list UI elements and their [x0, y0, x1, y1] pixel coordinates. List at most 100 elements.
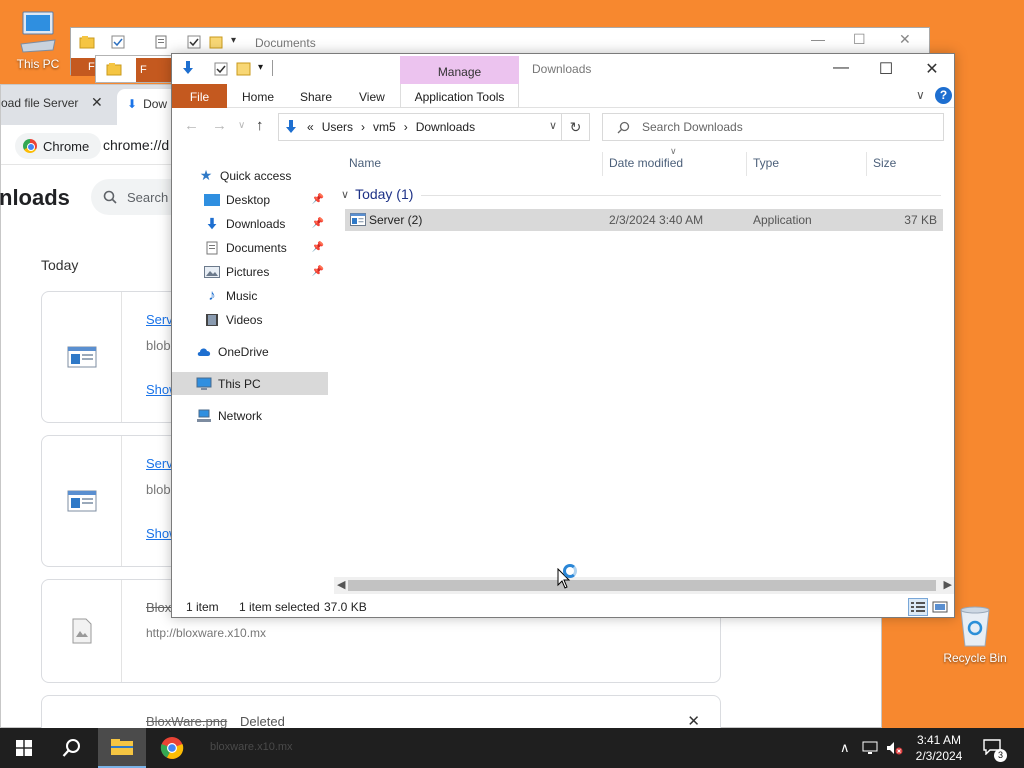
- address-bar[interactable]: « Users › vm5 › Downloads ∨: [278, 113, 562, 141]
- column-header-size[interactable]: Size: [873, 156, 896, 170]
- nav-item-downloads[interactable]: Downloads 📌: [172, 212, 328, 235]
- clock-date: 2/3/2024: [915, 749, 963, 763]
- nav-item-videos[interactable]: Videos: [172, 308, 328, 331]
- download-file-name[interactable]: Serv: [146, 456, 173, 471]
- search-input[interactable]: Search Downloads: [602, 113, 944, 141]
- navigation-pane: ★ Quick access Desktop 📌 Downloads 📌 Doc…: [172, 164, 330, 594]
- scroll-right-icon[interactable]: ▶: [944, 578, 952, 591]
- expand-ribbon-chevron-icon[interactable]: ∨: [916, 88, 925, 102]
- column-header-date-modified[interactable]: Date modified: [609, 156, 683, 170]
- tab-share[interactable]: Share: [300, 90, 332, 104]
- breadcrumb-downloads[interactable]: Downloads: [416, 120, 475, 134]
- chrome-address-bar[interactable]: chrome://d: [103, 137, 169, 153]
- maximize-icon[interactable]: ☐: [863, 59, 909, 79]
- column-divider[interactable]: [602, 152, 603, 176]
- taskbar-chrome[interactable]: [148, 728, 196, 768]
- nav-item-pictures[interactable]: Pictures 📌: [172, 260, 328, 283]
- taskbar-file-explorer[interactable]: [98, 728, 146, 768]
- network-icon[interactable]: [862, 741, 880, 755]
- chrome-tab-close-icon[interactable]: ✕: [91, 94, 103, 111]
- nav-item-this-pc[interactable]: This PC: [172, 372, 328, 395]
- taskbar-clock[interactable]: 3:41 AM 2/3/2024: [904, 732, 974, 764]
- status-bar: 1 item 1 item selected 37.0 KB: [172, 596, 954, 618]
- file-explorer-icon: [111, 739, 133, 755]
- address-dropdown-icon[interactable]: ∨: [549, 119, 557, 132]
- nav-label: Videos: [226, 312, 263, 327]
- scroll-left-icon[interactable]: ◀: [337, 578, 345, 591]
- pin-icon[interactable]: 📌: [312, 242, 324, 253]
- download-icon: [204, 217, 220, 231]
- column-header-type[interactable]: Type: [753, 156, 779, 170]
- scrollbar-thumb[interactable]: [348, 580, 936, 591]
- collapse-chevron-icon: ∨: [341, 188, 350, 201]
- nav-item-documents[interactable]: Documents 📌: [172, 236, 328, 259]
- desktop-icon-this-pc[interactable]: This PC: [2, 10, 74, 71]
- nav-item-desktop[interactable]: Desktop 📌: [172, 188, 328, 211]
- breadcrumb-users[interactable]: Users: [322, 120, 353, 134]
- taskbar-search-button[interactable]: [48, 728, 96, 768]
- recent-locations-chevron-icon[interactable]: ∨: [238, 120, 245, 131]
- tab-manage[interactable]: Manage: [400, 56, 519, 84]
- start-button[interactable]: [0, 728, 48, 768]
- breadcrumb-separator-icon: ›: [403, 120, 408, 134]
- title-bar[interactable]: ▾ Manage Downloads — ☐ ✕: [172, 54, 954, 84]
- column-divider[interactable]: [866, 152, 867, 176]
- chrome-tab-title[interactable]: oad file Server: [1, 96, 78, 110]
- image-file-icon: [72, 618, 91, 644]
- properties-icon[interactable]: [214, 62, 228, 76]
- sort-chevron-icon: ∨: [670, 146, 677, 156]
- table-row[interactable]: Server (2) 2/3/2024 3:40 AM Application …: [345, 209, 943, 231]
- group-header-today[interactable]: ∨ Today (1): [341, 186, 413, 202]
- tab-home[interactable]: Home: [242, 90, 274, 104]
- nav-label: Pictures: [226, 264, 270, 279]
- title-divider: [272, 60, 273, 76]
- breadcrumb-vm5[interactable]: vm5: [373, 120, 396, 134]
- download-file-name: Blox: [146, 600, 172, 615]
- maximize-icon[interactable]: ☐: [853, 31, 866, 48]
- chrome-site-chip[interactable]: Chrome: [15, 133, 102, 159]
- explorer-window-minor[interactable]: F: [95, 55, 176, 83]
- documents-icon: [204, 241, 220, 255]
- minimize-icon[interactable]: —: [811, 31, 825, 47]
- nav-item-network[interactable]: Network: [172, 404, 328, 427]
- minimize-icon[interactable]: —: [818, 59, 864, 77]
- customize-quick-access-icon[interactable]: ▾: [258, 62, 263, 73]
- large-icons-view-icon[interactable]: [930, 598, 950, 616]
- file-size: 37 KB: [904, 213, 937, 227]
- nav-item-onedrive[interactable]: OneDrive: [172, 340, 328, 363]
- nav-item-music[interactable]: ♪ Music: [172, 284, 328, 307]
- tab-view[interactable]: View: [359, 90, 385, 104]
- up-arrow-icon[interactable]: ↑: [256, 117, 264, 134]
- pin-icon[interactable]: 📌: [312, 266, 324, 277]
- details-view-icon[interactable]: [908, 598, 928, 616]
- explorer-window-downloads: ▾ Manage Downloads — ☐ ✕ File Home Share…: [171, 53, 955, 618]
- close-icon[interactable]: ✕: [899, 31, 911, 48]
- new-folder-icon[interactable]: [236, 61, 252, 76]
- column-header-name[interactable]: Name: [349, 156, 381, 170]
- search-icon: [62, 739, 80, 757]
- nav-item-quick-access[interactable]: ★ Quick access: [172, 164, 328, 187]
- refresh-icon[interactable]: ↻: [562, 113, 590, 141]
- music-icon: ♪: [208, 287, 216, 304]
- group-label: Today (1): [355, 186, 414, 202]
- help-icon[interactable]: ?: [935, 87, 952, 104]
- close-icon[interactable]: ✕: [909, 59, 955, 79]
- file-tab[interactable]: F: [136, 58, 176, 82]
- pin-icon[interactable]: 📌: [312, 218, 324, 229]
- forward-arrow-icon[interactable]: →: [212, 117, 227, 134]
- tab-file[interactable]: File: [172, 84, 227, 108]
- back-arrow-icon[interactable]: ←: [184, 117, 199, 134]
- tab-application-tools[interactable]: Application Tools: [400, 84, 519, 108]
- computer-icon: [20, 11, 56, 53]
- horizontal-scrollbar[interactable]: ◀ ▶: [334, 577, 954, 594]
- column-divider[interactable]: [746, 152, 747, 176]
- download-source-url[interactable]: http://bloxware.x10.mx: [146, 626, 266, 640]
- address-overflow[interactable]: «: [307, 120, 314, 134]
- download-file-name[interactable]: Serv: [146, 312, 173, 327]
- pin-icon[interactable]: 📌: [312, 194, 324, 205]
- chrome-logo-icon: [160, 737, 184, 759]
- volume-muted-icon[interactable]: [886, 741, 904, 755]
- downloads-folder-icon: [183, 61, 193, 74]
- show-hidden-icons-chevron-icon[interactable]: ∧: [840, 740, 850, 756]
- nav-label: This PC: [218, 376, 261, 391]
